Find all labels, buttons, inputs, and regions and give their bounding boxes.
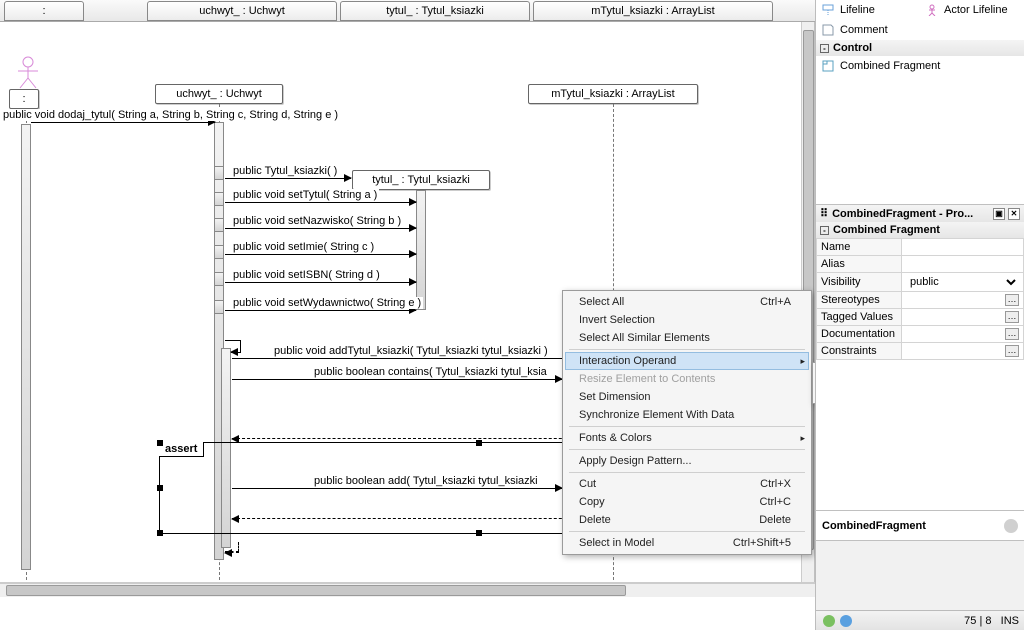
prop-constraints-button[interactable]: … bbox=[1005, 345, 1019, 357]
lifeline-tytul-head[interactable]: tytul_ : Tytul_ksiazki bbox=[352, 170, 490, 190]
context-invert-selection[interactable]: Invert Selection bbox=[565, 311, 809, 329]
object-tabs: : uchwyt_ : Uchwyt tytul_ : Tytul_ksiazk… bbox=[0, 0, 815, 22]
prop-alias-input[interactable] bbox=[906, 258, 1019, 270]
properties-panel: ⠿ CombinedFragment - Pro... ▣ ✕ -Combine… bbox=[816, 205, 1024, 511]
palette-label: Comment bbox=[840, 24, 888, 36]
palette-actor-lifeline[interactable]: Actor Lifeline bbox=[920, 0, 1024, 20]
tab-actor[interactable]: : bbox=[4, 1, 84, 21]
tab-tytul[interactable]: tytul_ : Tytul_ksiazki bbox=[340, 1, 530, 21]
canvas-scrollbar-horizontal[interactable] bbox=[0, 582, 815, 596]
context-apply-pattern[interactable]: Apply Design Pattern... bbox=[565, 452, 809, 470]
tab-mtytul[interactable]: mTytul_ksiazki : ArrayList bbox=[533, 1, 773, 21]
context-select-similar[interactable]: Select All Similar Elements bbox=[565, 329, 809, 347]
msg-setnazwisko[interactable]: public void setNazwisko( String b ) bbox=[225, 228, 416, 229]
actor-lifeline-icon bbox=[14, 56, 42, 90]
msg-label: public void dodaj_tytul( String a, Strin… bbox=[1, 109, 340, 121]
context-menu: Select AllCtrl+A Invert Selection Select… bbox=[562, 290, 812, 555]
lifeline-mtytul-head[interactable]: mTytul_ksiazki : ArrayList bbox=[528, 84, 698, 104]
prop-stereotypes-button[interactable]: … bbox=[1005, 294, 1019, 306]
palette-lifeline[interactable]: Lifeline bbox=[816, 0, 920, 20]
tab-uchwyt[interactable]: uchwyt_ : Uchwyt bbox=[147, 1, 337, 21]
self-call-return bbox=[231, 352, 241, 353]
context-fonts-colors[interactable]: Fonts & Colors bbox=[565, 429, 809, 447]
palette: Lifeline Actor Lifeline Comment -Control… bbox=[816, 0, 1024, 205]
prop-key-tagged: Tagged Values bbox=[817, 309, 902, 326]
prop-tagged-button[interactable]: … bbox=[1005, 311, 1019, 323]
lifeline-uchwyt-head[interactable]: uchwyt_ : Uchwyt bbox=[155, 84, 283, 104]
side-panel: Lifeline Actor Lifeline Comment -Control… bbox=[815, 0, 1024, 630]
prop-key-doc: Documentation bbox=[817, 326, 902, 343]
status-bar: 75 | 8 INS bbox=[816, 610, 1024, 630]
element-preview: CombinedFragment bbox=[816, 511, 1024, 541]
msg-settytul[interactable]: public void setTytul( String a ) bbox=[225, 202, 416, 203]
msg-setwydawnictwo[interactable]: public void setWydawnictwo( String e ) bbox=[225, 310, 416, 311]
msg-label: public void setWydawnictwo( String e ) bbox=[231, 297, 423, 309]
msg-label: public Tytul_ksiazki( ) bbox=[231, 165, 339, 177]
msg-return-contains[interactable] bbox=[232, 438, 602, 439]
palette-label: Lifeline bbox=[840, 4, 875, 16]
props-section[interactable]: -Combined Fragment bbox=[816, 222, 1024, 238]
msg-label: public void setISBN( String d ) bbox=[231, 269, 382, 281]
activation-uchwyt-s3 bbox=[214, 218, 224, 232]
msg-label: public void setTytul( String a ) bbox=[231, 189, 379, 201]
lifeline-actor-head[interactable]: : bbox=[9, 89, 39, 109]
prop-doc-button[interactable]: … bbox=[1005, 328, 1019, 340]
msg-addtytulksiazki[interactable]: public void addTytul_ksiazki( Tytul_ksia… bbox=[232, 358, 562, 359]
self-call-bottom-ret bbox=[225, 552, 239, 553]
fragment-tag: assert bbox=[159, 442, 204, 457]
msg-setisbn[interactable]: public void setISBN( String d ) bbox=[225, 282, 416, 283]
context-copy[interactable]: CopyCtrl+C bbox=[565, 493, 809, 511]
activation-uchwyt-s1 bbox=[214, 166, 224, 180]
activation-uchwyt-s5 bbox=[214, 272, 224, 286]
msg-label: public boolean contains( Tytul_ksiazki t… bbox=[312, 366, 549, 378]
context-select-in-model[interactable]: Select in ModelCtrl+Shift+5 bbox=[565, 534, 809, 552]
context-interaction-operand[interactable]: Interaction Operand bbox=[565, 352, 809, 370]
lifeline-icon bbox=[822, 4, 834, 16]
status-icon-2 bbox=[839, 614, 853, 628]
msg-label: public void setImie( String c ) bbox=[231, 241, 376, 253]
collapse-icon: - bbox=[820, 226, 829, 235]
palette-combined-fragment[interactable]: Combined Fragment bbox=[816, 56, 1024, 76]
context-select-all[interactable]: Select AllCtrl+A bbox=[565, 293, 809, 311]
preview-status-icon bbox=[1004, 519, 1018, 533]
actor-icon bbox=[926, 4, 938, 16]
context-sync-data[interactable]: Synchronize Element With Data bbox=[565, 406, 809, 424]
msg-label: public void addTytul_ksiazki( Tytul_ksia… bbox=[272, 345, 550, 357]
prop-name-input[interactable] bbox=[906, 241, 1019, 253]
combined-fragment-icon bbox=[822, 60, 834, 72]
status-icon-1 bbox=[822, 614, 836, 628]
prop-key-name: Name bbox=[817, 239, 902, 256]
palette-group-control[interactable]: -Control bbox=[816, 40, 1024, 56]
status-ins-mode: INS bbox=[1001, 615, 1019, 627]
props-close-button[interactable]: ✕ bbox=[1008, 208, 1020, 220]
preview-name: CombinedFragment bbox=[822, 520, 926, 532]
msg-contains[interactable]: public boolean contains( Tytul_ksiazki t… bbox=[232, 379, 562, 380]
prop-visibility-select[interactable]: public bbox=[906, 275, 1019, 289]
prop-key-visibility: Visibility bbox=[817, 273, 902, 292]
msg-setimie[interactable]: public void setImie( String c ) bbox=[225, 254, 416, 255]
msg-dodaj-tytul[interactable]: public void dodaj_tytul( String a, Strin… bbox=[31, 122, 215, 123]
activation-actor bbox=[21, 124, 31, 570]
context-set-dimension[interactable]: Set Dimension bbox=[565, 388, 809, 406]
prop-key-constraints: Constraints bbox=[817, 343, 902, 360]
props-pin-button[interactable]: ▣ bbox=[993, 208, 1005, 220]
status-coords: 75 | 8 bbox=[964, 615, 991, 627]
context-resize-to-contents: Resize Element to Contents bbox=[565, 370, 809, 388]
activation-uchwyt-s4 bbox=[214, 245, 224, 259]
context-delete[interactable]: DeleteDelete bbox=[565, 511, 809, 529]
activation-uchwyt-s6 bbox=[214, 300, 224, 314]
activation-uchwyt-s2 bbox=[214, 192, 224, 206]
collapse-icon: - bbox=[820, 44, 829, 53]
comment-icon bbox=[822, 24, 834, 36]
palette-label: Actor Lifeline bbox=[944, 4, 1008, 16]
palette-label: Combined Fragment bbox=[840, 60, 940, 72]
context-cut[interactable]: CutCtrl+X bbox=[565, 475, 809, 493]
msg-constructor[interactable]: public Tytul_ksiazki( ) bbox=[225, 178, 351, 179]
msg-label: public void setNazwisko( String b ) bbox=[231, 215, 403, 227]
prop-key-alias: Alias bbox=[817, 256, 902, 273]
prop-key-stereotypes: Stereotypes bbox=[817, 292, 902, 309]
palette-comment[interactable]: Comment bbox=[816, 20, 1024, 40]
activation-tytul bbox=[416, 190, 426, 310]
properties-title: ⠿ CombinedFragment - Pro... ▣ ✕ bbox=[816, 205, 1024, 222]
